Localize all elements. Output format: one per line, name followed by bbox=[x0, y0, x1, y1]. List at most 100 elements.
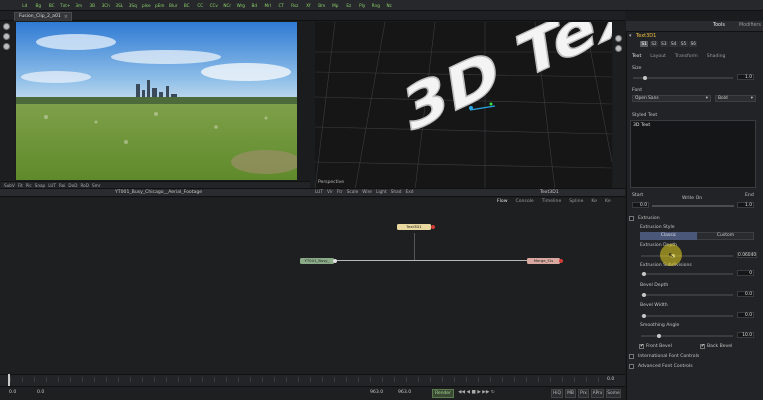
toolbar-tool-button[interactable]: Nc bbox=[383, 0, 397, 11]
toolbar-tool-button[interactable]: 3m bbox=[72, 0, 86, 11]
node-output-port[interactable] bbox=[431, 225, 435, 229]
viewer-option-button[interactable]: Exd bbox=[405, 190, 413, 195]
back-bevel-checkbox[interactable]: ✔ bbox=[700, 344, 705, 349]
viewer-control-icon[interactable] bbox=[615, 45, 622, 52]
extrusion-depth-slider[interactable] bbox=[641, 254, 733, 258]
left-viewer[interactable] bbox=[16, 22, 297, 180]
slider-knob[interactable] bbox=[642, 293, 646, 297]
toolbar-tool-button[interactable]: Wrg bbox=[234, 0, 248, 11]
inspector-subtab[interactable]: Transform bbox=[675, 54, 698, 62]
toolbar-tool-button[interactable]: Bg bbox=[32, 0, 46, 11]
toolbar-tool-button[interactable]: Mrl bbox=[261, 0, 275, 11]
toolbar-tool-button[interactable]: Txt+ bbox=[59, 0, 73, 11]
size-slider[interactable] bbox=[633, 76, 733, 80]
viewer-option-button[interactable]: Ftr bbox=[337, 190, 343, 195]
toolbar-tool-button[interactable]: CT bbox=[275, 0, 289, 11]
advanced-font-checkbox[interactable] bbox=[629, 364, 634, 369]
prx-button[interactable]: Prx bbox=[578, 389, 589, 398]
flow-tab[interactable]: Console bbox=[516, 199, 534, 204]
close-icon[interactable]: × bbox=[64, 13, 68, 21]
toolbar-tool-button[interactable]: Xf bbox=[302, 0, 316, 11]
node-text3d[interactable]: Text3D1 bbox=[397, 224, 431, 230]
extrusion-subdivisions-slider[interactable] bbox=[641, 272, 733, 276]
smoothing-angle-slider[interactable] bbox=[641, 334, 733, 338]
write-on-start-value[interactable]: 0.0 bbox=[632, 202, 649, 208]
range-start[interactable]: 0.0 bbox=[9, 390, 16, 395]
viewer-option-button[interactable]: Scale bbox=[347, 190, 359, 195]
extrusion-subdivisions-value[interactable]: 0 bbox=[737, 270, 754, 276]
intl-font-checkbox[interactable] bbox=[629, 354, 634, 359]
write-on-end-value[interactable]: 1.0 bbox=[737, 202, 754, 208]
tab-modifiers[interactable]: Modifiers bbox=[739, 23, 761, 28]
hiq-button[interactable]: HiQ bbox=[551, 389, 563, 398]
viewer-control-icon[interactable] bbox=[3, 23, 10, 30]
flow-tab[interactable]: Spline bbox=[569, 199, 583, 204]
toolbar-tool-button[interactable]: plse bbox=[140, 0, 154, 11]
inspector-subtab[interactable]: Text bbox=[632, 54, 641, 62]
toolbar-tool-button[interactable]: BC bbox=[180, 0, 194, 11]
flow-tab[interactable]: Ke bbox=[605, 199, 611, 204]
smoothing-angle-value[interactable]: 10.0 bbox=[737, 332, 754, 338]
extrusion-checkbox[interactable] bbox=[629, 216, 634, 221]
toolbar-tool-button[interactable]: CC bbox=[194, 0, 208, 11]
styled-text-input[interactable]: 3D Text bbox=[630, 120, 756, 188]
viewer-option-button[interactable]: Light bbox=[376, 190, 387, 195]
timeline-ruler[interactable] bbox=[10, 377, 600, 382]
toolbar-tool-button[interactable]: 3B bbox=[86, 0, 100, 11]
node-output-port[interactable] bbox=[559, 259, 563, 263]
version-button[interactable]: S6 bbox=[689, 41, 698, 47]
flow-tab[interactable]: Ke bbox=[591, 199, 597, 204]
some-button[interactable]: Some bbox=[606, 389, 621, 398]
version-button[interactable]: S5 bbox=[679, 41, 688, 47]
toolbar-tool-button[interactable]: Blur bbox=[167, 0, 181, 11]
inspector-subtab[interactable]: Layout bbox=[650, 54, 666, 62]
toolbar-tool-button[interactable]: NCr bbox=[221, 0, 235, 11]
aprx-button[interactable]: APrx bbox=[591, 389, 604, 398]
version-button[interactable]: S1 bbox=[640, 41, 649, 47]
slider-knob[interactable] bbox=[657, 334, 661, 338]
playhead[interactable] bbox=[8, 374, 10, 386]
viewer-option-button[interactable]: Wire bbox=[362, 190, 372, 195]
viewer-option-button[interactable]: LUT bbox=[315, 190, 323, 195]
bevel-depth-value[interactable]: 0.0 bbox=[737, 291, 754, 297]
mb-button[interactable]: MB bbox=[565, 389, 576, 398]
toolbar-tool-button[interactable]: BC bbox=[45, 0, 59, 11]
font-style-dropdown[interactable]: Bold ▾ bbox=[715, 95, 756, 102]
toolbar-tool-button[interactable]: Rng bbox=[369, 0, 383, 11]
slider-knob[interactable] bbox=[642, 76, 647, 80]
toolbar-tool-button[interactable]: 3Ch bbox=[99, 0, 113, 11]
toolbar-tool-button[interactable]: Bm bbox=[315, 0, 329, 11]
bevel-depth-slider[interactable] bbox=[641, 293, 733, 297]
range-start-field[interactable]: 0.0 bbox=[37, 390, 44, 395]
flow-tab[interactable]: Flow bbox=[497, 199, 508, 204]
viewer-option-button[interactable]: Shad bbox=[391, 190, 402, 195]
node-media-in[interactable]: YT001_Busy_ bbox=[300, 258, 334, 264]
toolbar-tool-button[interactable]: Mp bbox=[329, 0, 343, 11]
version-button[interactable]: S3 bbox=[659, 41, 668, 47]
inspector-subtab[interactable]: Shading bbox=[707, 54, 726, 62]
extrusion-depth-value[interactable]: 0.06040 bbox=[737, 252, 757, 258]
bevel-width-value[interactable]: 0.0 bbox=[737, 312, 754, 318]
render-button[interactable]: Render bbox=[432, 389, 454, 398]
toolbar-tool-button[interactable]: Ez bbox=[342, 0, 356, 11]
node-merge[interactable]: Merge_f1s bbox=[527, 258, 560, 264]
tab-fusion-clip[interactable]: Fusion_Clip_2_a01 × bbox=[14, 12, 72, 21]
viewer-option-button[interactable]: Vir bbox=[327, 190, 333, 195]
toolbar-tool-button[interactable]: Ply bbox=[356, 0, 370, 11]
toolbar-tool-button[interactable]: Ld bbox=[18, 0, 32, 11]
viewer-control-icon[interactable] bbox=[3, 43, 10, 50]
end-time[interactable]: 963.0 bbox=[398, 390, 411, 395]
right-viewer[interactable]: 3D Text bbox=[315, 22, 612, 190]
chevron-down-icon[interactable]: ▾ bbox=[629, 33, 632, 39]
custom-button[interactable]: Custom bbox=[697, 232, 754, 240]
write-on-range-slider[interactable] bbox=[652, 205, 734, 207]
toolbar-tool-button[interactable]: Bd bbox=[248, 0, 262, 11]
toolbar-tool-button[interactable]: pEm bbox=[153, 0, 167, 11]
classic-button[interactable]: Classic bbox=[640, 232, 697, 240]
size-value[interactable]: 1.0 bbox=[737, 74, 754, 80]
node-output-port[interactable] bbox=[333, 259, 337, 263]
front-bevel-checkbox[interactable]: ✔ bbox=[639, 344, 644, 349]
toolbar-tool-button[interactable]: 3Sq bbox=[126, 0, 140, 11]
toolbar-tool-button[interactable]: CCv bbox=[207, 0, 221, 11]
slider-knob[interactable] bbox=[642, 314, 646, 318]
